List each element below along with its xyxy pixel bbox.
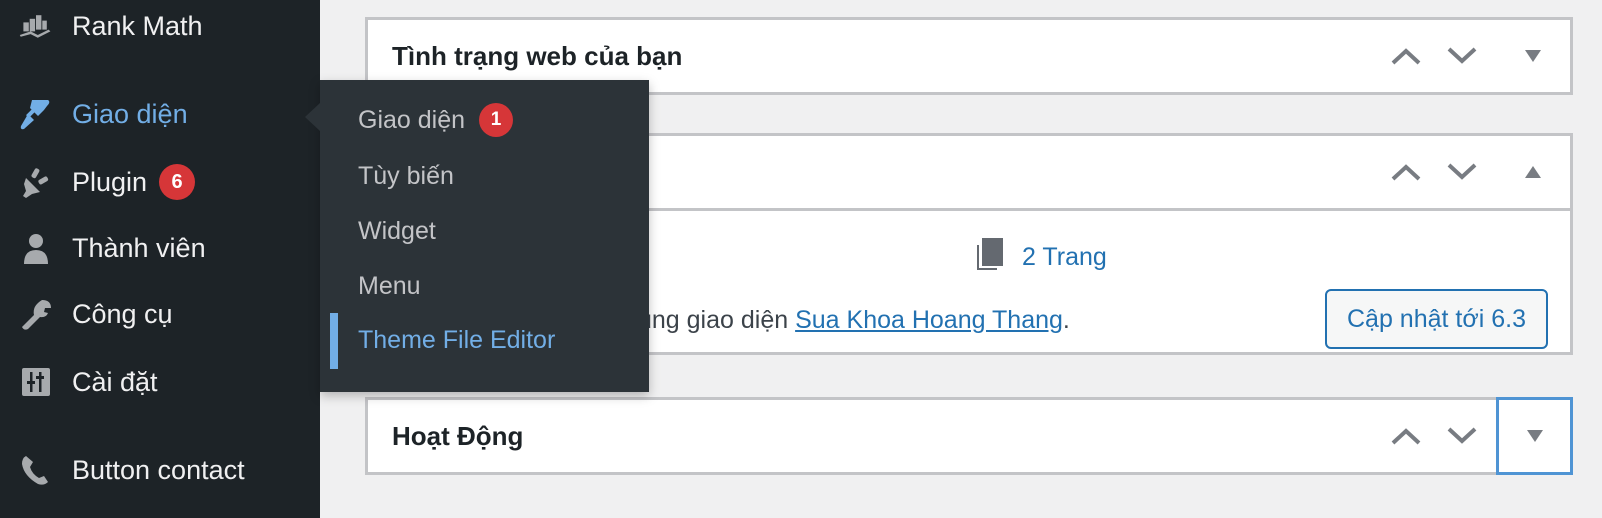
move-down-button[interactable] bbox=[1432, 136, 1492, 208]
sidebar-item-label: Cài đặt bbox=[72, 366, 158, 397]
sidebar-item-users[interactable]: Thành viên bbox=[0, 226, 320, 270]
move-down-button[interactable] bbox=[1432, 20, 1492, 92]
submenu-item-label: Giao diện bbox=[358, 105, 466, 134]
sidebar-item-label: Button contact bbox=[72, 454, 245, 485]
user-icon bbox=[18, 230, 54, 266]
sidebar-item-label: Công cụ bbox=[72, 298, 173, 329]
toggle-panel-button[interactable] bbox=[1496, 20, 1570, 92]
caret-down-icon bbox=[1526, 430, 1543, 442]
submenu-item-customize[interactable]: Tùy biến bbox=[320, 153, 649, 199]
wrench-icon bbox=[18, 296, 54, 332]
submenu-item-theme-file-editor[interactable]: Theme File Editor bbox=[320, 313, 649, 369]
chevron-up-icon bbox=[1391, 48, 1421, 65]
update-wordpress-button[interactable]: Cập nhật tới 6.3 bbox=[1324, 289, 1548, 349]
pages-count-link[interactable]: 2 Trang bbox=[976, 237, 1107, 278]
sidebar-item-tools[interactable]: Công cụ bbox=[0, 292, 320, 336]
submenu-item-menus[interactable]: Menu bbox=[320, 263, 649, 309]
submenu-item-label: Widget bbox=[358, 216, 436, 245]
chevron-down-icon bbox=[1447, 47, 1477, 64]
submenu-pointer bbox=[305, 103, 320, 131]
sidebar-item-label: Giao diện bbox=[72, 98, 188, 129]
submenu-item-label: Theme File Editor bbox=[358, 326, 556, 354]
toggle-panel-button[interactable] bbox=[1496, 136, 1570, 208]
admin-sidebar: Rank Math Giao diện Plugin 6 Thành viên C… bbox=[0, 0, 320, 518]
sidebar-item-plugins[interactable]: Plugin 6 bbox=[0, 160, 320, 204]
theme-update-badge: 1 bbox=[479, 103, 514, 137]
current-indicator bbox=[330, 313, 338, 369]
plugin-icon bbox=[18, 164, 54, 200]
sidebar-item-label: Thành viên bbox=[72, 232, 206, 263]
sidebar-item-settings[interactable]: Cài đặt bbox=[0, 360, 320, 404]
rank-math-icon bbox=[18, 8, 54, 44]
theme-info: ụng giao diện Sua Khoa Hoang Thang. bbox=[638, 306, 1070, 334]
chevron-down-icon bbox=[1447, 427, 1477, 444]
plugin-update-badge: 6 bbox=[159, 164, 196, 200]
chevron-up-icon bbox=[1391, 428, 1421, 445]
panel-title: Tình trạng web của bạn bbox=[392, 40, 683, 71]
sidebar-item-rank-math[interactable]: Rank Math bbox=[0, 4, 320, 48]
move-up-button[interactable] bbox=[1376, 400, 1436, 472]
pages-icon bbox=[976, 237, 1004, 278]
settings-icon bbox=[18, 364, 54, 400]
paintbrush-icon bbox=[18, 96, 54, 132]
submenu-item-widgets[interactable]: Widget bbox=[320, 208, 649, 254]
chevron-down-icon bbox=[1447, 163, 1477, 180]
chevron-up-icon bbox=[1391, 164, 1421, 181]
appearance-submenu: Giao diện 1 Tùy biến Widget Menu Theme Fi… bbox=[320, 80, 649, 392]
caret-up-icon bbox=[1525, 166, 1541, 178]
submenu-item-themes[interactable]: Giao diện 1 bbox=[320, 97, 649, 143]
activity-panel: Hoạt Động bbox=[365, 397, 1573, 475]
move-up-button[interactable] bbox=[1376, 136, 1436, 208]
phone-icon bbox=[18, 452, 54, 488]
submenu-item-label: Menu bbox=[358, 271, 421, 300]
submenu-item-label: Tùy biến bbox=[358, 161, 454, 190]
sidebar-item-label: Rank Math bbox=[72, 10, 203, 41]
sidebar-item-appearance[interactable]: Giao diện bbox=[0, 92, 320, 136]
toggle-panel-button[interactable] bbox=[1496, 397, 1573, 475]
move-up-button[interactable] bbox=[1376, 20, 1436, 92]
panel-title: Hoạt Động bbox=[392, 420, 524, 451]
caret-down-icon bbox=[1525, 50, 1541, 62]
sidebar-item-button-contact[interactable]: Button contact bbox=[0, 448, 320, 492]
move-down-button[interactable] bbox=[1432, 400, 1492, 472]
theme-link[interactable]: Sua Khoa Hoang Thang bbox=[795, 306, 1063, 334]
sidebar-item-label: Plugin 6 bbox=[72, 164, 196, 200]
